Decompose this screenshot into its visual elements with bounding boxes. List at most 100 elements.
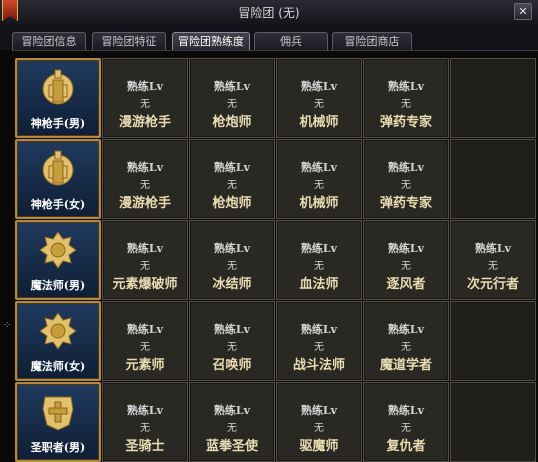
proficiency-value: 无 — [140, 180, 150, 191]
character-card[interactable]: 神枪手(女) — [15, 139, 101, 219]
character-name: 神枪手(男) — [30, 117, 86, 130]
character-card[interactable]: 神枪手(男) — [15, 58, 101, 138]
proficiency-label: 熟练Lv — [126, 404, 164, 417]
close-button[interactable]: ✕ — [514, 3, 532, 20]
tab-label: 佣兵 — [280, 35, 302, 48]
job-name: 元素爆破师 — [112, 277, 178, 292]
proficiency-label: 熟练Lv — [213, 161, 251, 174]
tab-label: 冒险团商店 — [344, 35, 400, 48]
job-cell[interactable]: 熟练Lv 无冰结师 — [189, 220, 275, 300]
proficiency-value: 无 — [227, 99, 237, 110]
job-cell[interactable]: 熟练Lv 无逐风者 — [363, 220, 449, 300]
proficiency-value: 无 — [488, 261, 498, 272]
job-name: 战斗法师 — [292, 358, 345, 373]
title-bar: 冒险团 (无) ✕ — [0, 0, 538, 25]
job-name: 弹药专家 — [379, 115, 432, 130]
proficiency-label: 熟练Lv — [213, 323, 251, 336]
proficiency-value: 无 — [401, 342, 411, 353]
job-cell[interactable]: 熟练Lv 无血法师 — [276, 220, 362, 300]
mage-emblem-icon — [37, 229, 79, 271]
job-cell[interactable]: 熟练Lv 无驱魔师 — [276, 382, 362, 462]
proficiency-label: 熟练Lv — [126, 161, 164, 174]
window-title: 冒险团 (无) — [238, 6, 300, 20]
proficiency-label: 熟练Lv — [126, 242, 164, 255]
proficiency-label: 熟练Lv — [300, 161, 338, 174]
job-name: 召唤师 — [212, 358, 252, 373]
proficiency-label: 熟练Lv — [387, 80, 425, 93]
gunner-emblem-icon — [37, 148, 79, 190]
job-cell[interactable]: 熟练Lv 无漫游枪手 — [102, 58, 188, 138]
resize-handle-icon[interactable]: ⁘ — [3, 320, 11, 331]
proficiency-value: 无 — [401, 99, 411, 110]
character-row: 魔法师(女) 熟练Lv 无元素师 熟练Lv 无召唤师 熟练Lv 无战斗法师 熟练Lv 无魔道学者 — [15, 301, 536, 381]
character-card[interactable]: 魔法师(男) — [15, 220, 101, 300]
job-name: 机械师 — [299, 196, 339, 211]
job-name: 逐风者 — [386, 277, 426, 292]
character-row: 魔法师(男) 熟练Lv 无元素爆破师 熟练Lv 无冰结师 熟练Lv 无血法师 熟练Lv 无逐风者… — [15, 220, 536, 300]
proficiency-label: 熟练Lv — [387, 404, 425, 417]
tab-mercenary[interactable]: 佣兵 — [254, 32, 328, 50]
job-name: 冰结师 — [212, 277, 252, 292]
proficiency-value: 无 — [140, 342, 150, 353]
proficiency-label: 熟练Lv — [213, 80, 251, 93]
empty-job-slot — [450, 301, 536, 381]
proficiency-label: 熟练Lv — [126, 323, 164, 336]
proficiency-value: 无 — [314, 261, 324, 272]
job-cell[interactable]: 熟练Lv 无圣骑士 — [102, 382, 188, 462]
priest-emblem-icon — [37, 391, 79, 433]
job-name: 漫游枪手 — [118, 196, 171, 211]
character-row: 圣职者(男) 熟练Lv 无圣骑士 熟练Lv 无蓝拳圣使 熟练Lv 无驱魔师 熟练Lv 无复仇者 — [15, 382, 536, 462]
proficiency-label: 熟练Lv — [300, 323, 338, 336]
tab-team-proficiency[interactable]: 冒险团熟练度 — [172, 32, 250, 50]
job-cell[interactable]: 熟练Lv 无魔道学者 — [363, 301, 449, 381]
proficiency-label: 熟练Lv — [387, 242, 425, 255]
empty-job-slot — [450, 382, 536, 462]
job-cell[interactable]: 熟练Lv 无蓝拳圣使 — [189, 382, 275, 462]
character-row: 神枪手(男) 熟练Lv 无漫游枪手 熟练Lv 无枪炮师 熟练Lv 无机械师 熟练Lv 无弹药专家 — [15, 58, 536, 138]
left-edge: ⁘ — [0, 50, 12, 462]
job-name: 圣骑士 — [125, 439, 165, 454]
tab-label: 冒险团特征 — [101, 35, 157, 48]
tab-team-info[interactable]: 冒险团信息 — [12, 32, 86, 50]
job-cell[interactable]: 熟练Lv 无元素爆破师 — [102, 220, 188, 300]
job-cell[interactable]: 熟练Lv 无次元行者 — [450, 220, 536, 300]
proficiency-value: 无 — [401, 261, 411, 272]
tab-label: 冒险团信息 — [21, 35, 77, 48]
empty-job-slot — [450, 139, 536, 219]
tab-team-shop[interactable]: 冒险团商店 — [332, 32, 412, 50]
proficiency-value: 无 — [401, 180, 411, 191]
job-cell[interactable]: 熟练Lv 无弹药专家 — [363, 58, 449, 138]
job-cell[interactable]: 熟练Lv 无漫游枪手 — [102, 139, 188, 219]
job-cell[interactable]: 熟练Lv 无弹药专家 — [363, 139, 449, 219]
character-card[interactable]: 圣职者(男) — [15, 382, 101, 462]
job-cell[interactable]: 熟练Lv 无元素师 — [102, 301, 188, 381]
proficiency-value: 无 — [227, 423, 237, 434]
gunner-emblem-icon — [37, 67, 79, 109]
mage-emblem-icon — [37, 310, 79, 352]
empty-job-slot — [450, 58, 536, 138]
proficiency-value: 无 — [140, 423, 150, 434]
job-cell[interactable]: 熟练Lv 无机械师 — [276, 58, 362, 138]
job-cell[interactable]: 熟练Lv 无复仇者 — [363, 382, 449, 462]
job-cell[interactable]: 熟练Lv 无枪炮师 — [189, 139, 275, 219]
proficiency-label: 熟练Lv — [474, 242, 512, 255]
job-cell[interactable]: 熟练Lv 无枪炮师 — [189, 58, 275, 138]
proficiency-value: 无 — [314, 180, 324, 191]
tab-team-traits[interactable]: 冒险团特征 — [92, 32, 166, 50]
character-name: 魔法师(男) — [30, 279, 86, 292]
character-card[interactable]: 魔法师(女) — [15, 301, 101, 381]
proficiency-value: 无 — [314, 99, 324, 110]
job-cell[interactable]: 熟练Lv 无召唤师 — [189, 301, 275, 381]
job-name: 枪炮师 — [212, 196, 252, 211]
job-cell[interactable]: 熟练Lv 无战斗法师 — [276, 301, 362, 381]
job-name: 血法师 — [299, 277, 339, 292]
job-name: 机械师 — [299, 115, 339, 130]
tab-bar: 冒险团信息 冒险团特征 冒险团熟练度 佣兵 冒险团商店 — [0, 24, 538, 51]
tab-label: 冒险团熟练度 — [178, 35, 244, 48]
job-cell[interactable]: 熟练Lv 无机械师 — [276, 139, 362, 219]
job-name: 魔道学者 — [379, 358, 432, 373]
proficiency-value: 无 — [227, 261, 237, 272]
proficiency-label: 熟练Lv — [387, 323, 425, 336]
job-name: 蓝拳圣使 — [205, 439, 258, 454]
job-name: 次元行者 — [466, 277, 519, 292]
